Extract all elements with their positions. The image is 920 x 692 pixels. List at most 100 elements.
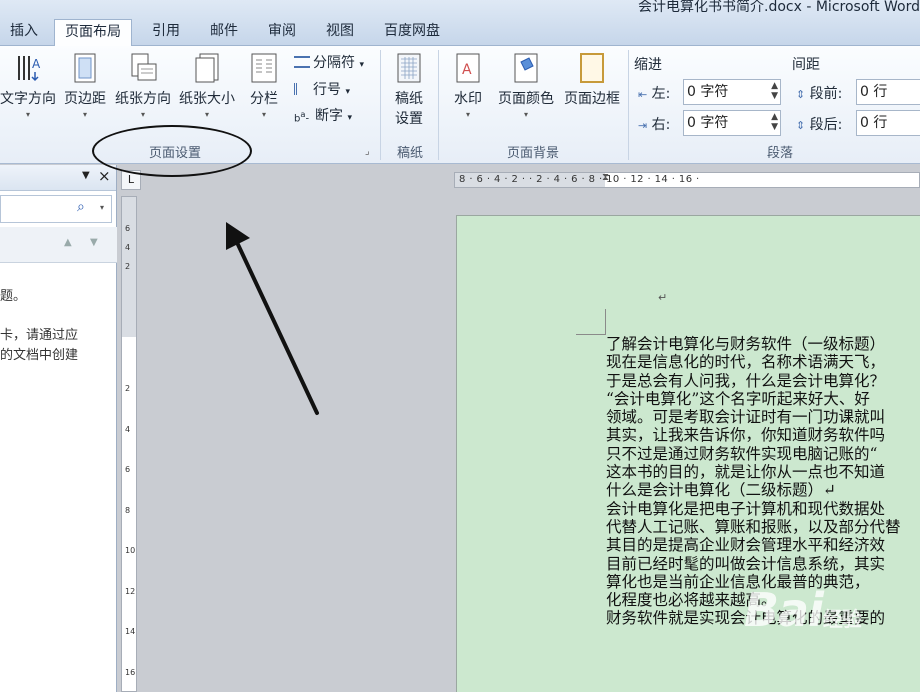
chevron-down-icon[interactable]: ▼	[82, 170, 90, 181]
nav-pane-header: ▼ ×	[0, 165, 116, 191]
group-divider	[628, 50, 629, 160]
dialog-launcher-icon[interactable]: ⌟	[365, 146, 370, 157]
document-line: “会计电算化”这个名字听起来好大、好	[606, 389, 870, 408]
hyphenation-button[interactable]: ba- 断字 ▾	[294, 105, 352, 125]
document-line: 目前已经时髦的叫做会计信息系统，其实	[606, 554, 886, 573]
indent-left-input[interactable]: 0 字符 ▲ ▼	[683, 79, 781, 105]
page-borders-button[interactable]: 页面边框	[560, 52, 624, 108]
text-direction-label: 文字方向	[0, 91, 56, 107]
tab-view[interactable]: 视图	[316, 19, 364, 46]
page-borders-icon	[580, 53, 604, 83]
tab-insert[interactable]: 插入	[0, 19, 48, 46]
vertical-ruler-top-labels: 642	[125, 224, 131, 271]
draft-label-2: 设置	[395, 111, 423, 127]
nav-pane-toolbar: ▲ ▼	[0, 227, 117, 263]
paper-size-icon	[195, 53, 219, 83]
document-line: 领域。可是考取会计证时有一门功课就叫	[606, 408, 886, 427]
watermark-label: 水印	[454, 91, 482, 107]
line-numbers-button[interactable]: 行号 ▾	[294, 79, 350, 99]
paragraph-group-label: 段落	[766, 146, 793, 161]
search-icon[interactable]: ⌕	[77, 199, 85, 215]
document-line: 代替人工记账、算账和报账，以及部分代替	[606, 517, 901, 536]
page-color-button[interactable]: 页面颜色 ▾	[494, 52, 558, 119]
close-icon[interactable]: ×	[98, 167, 111, 185]
horizontal-ruler-ticks: 8 · 6 · 4 · 2 · · 2 · 4 · 6 · 8 · 10 · 1…	[459, 174, 700, 185]
space-before-input[interactable]: 0 行	[856, 79, 920, 105]
orientation-icon	[131, 53, 157, 81]
arrow-down-icon[interactable]: ▼	[90, 237, 98, 248]
columns-label: 分栏	[250, 91, 278, 107]
orientation-label: 纸张方向	[115, 91, 171, 107]
paragraph-mark: ↵	[658, 291, 668, 304]
size-label: 纸张大小	[179, 91, 235, 107]
draft-paper-icon	[397, 53, 421, 83]
document-line: 现在是信息化的时代，名称术语满天飞，	[606, 353, 886, 372]
tab-mailings[interactable]: 邮件	[200, 19, 248, 46]
tab-review[interactable]: 审阅	[258, 19, 306, 46]
indent-marker-icon[interactable]: ⧗	[602, 173, 609, 183]
indent-left-icon: ⇤	[638, 88, 648, 101]
tab-references[interactable]: 引用	[142, 19, 190, 46]
breaks-button[interactable]: 分隔符 ▾	[294, 52, 364, 72]
chevron-down-icon: ▾	[347, 113, 352, 123]
navigation-pane: ▼ × ⌕ ▾ ▲ ▼ 题。 卡，请通过应 的文档中创建	[0, 165, 117, 692]
document-line: 了解会计电算化与财务软件（一级标题）	[606, 335, 886, 353]
document-line: 于是总会有人问我，什么是会计电算化？	[606, 371, 886, 390]
space-after-input[interactable]: 0 行	[856, 110, 920, 136]
document-line: 什么是会计电算化（二级标题）↵	[606, 481, 836, 500]
line-numbers-icon	[294, 83, 310, 95]
spinner-icon[interactable]: ▲ ▼	[771, 112, 778, 132]
document-line: 会计电算化是把电子计算机和现代数据处	[606, 499, 886, 518]
margins-icon	[74, 53, 96, 83]
chevron-down-icon[interactable]: ▾	[100, 203, 104, 212]
space-before-label: ⇕ 段前:	[796, 86, 843, 102]
title-bar: 会计电算化书书简介.docx - Microsoft Word 插入 页面布局 …	[0, 0, 920, 47]
page-color-label: 页面颜色	[498, 91, 554, 107]
nav-pane-text-line: 卡，请通过应	[0, 328, 79, 343]
chevron-down-icon: ▾	[261, 110, 266, 119]
tab-page-layout[interactable]: 页面布局	[54, 19, 132, 47]
page-borders-label: 页面边框	[564, 91, 620, 107]
group-divider	[380, 50, 381, 160]
window-title: 会计电算化书书简介.docx - Microsoft Word	[638, 0, 920, 15]
baidu-watermark: Bai经验	[744, 583, 862, 637]
draft-settings-button[interactable]: 稿纸 设置	[388, 52, 430, 128]
chevron-down-icon: ▾	[204, 110, 209, 119]
orientation-button[interactable]: 纸张方向 ▾	[112, 52, 174, 119]
arrow-up-icon[interactable]: ▲	[64, 237, 72, 248]
svg-text:A: A	[462, 62, 472, 78]
tab-baidu-netdisk[interactable]: 百度网盘	[374, 19, 450, 46]
space-after-icon: ⇕	[796, 119, 806, 132]
indent-left-label: ⇤ 左:	[638, 86, 671, 102]
columns-icon	[251, 53, 277, 83]
nav-pane-text-line: 题。	[0, 289, 27, 304]
page-color-icon	[514, 53, 538, 83]
nav-pane-text-line: 的文档中创建	[0, 348, 79, 363]
hyphenation-icon: ba-	[294, 108, 310, 124]
columns-button[interactable]: 分栏 ▾	[244, 52, 284, 119]
vertical-ruler-labels: 2468 10 12 14 16	[125, 384, 136, 677]
vertical-ruler[interactable]: 642 2468 10 12 14 16	[121, 196, 137, 692]
chevron-down-icon: ▾	[345, 87, 350, 97]
watermark-button[interactable]: A 水印 ▾	[448, 52, 488, 119]
indent-right-label: ⇥ 右:	[638, 117, 671, 133]
document-line: 这本书的目的，就是让你从一点也不知道	[606, 463, 886, 482]
text-direction-button[interactable]: A 文字方向 ▾	[0, 52, 58, 119]
draft-group-label: 稿纸	[396, 146, 423, 161]
indent-right-input[interactable]: 0 字符 ▲ ▼	[683, 110, 781, 136]
size-button[interactable]: 纸张大小 ▾	[176, 52, 238, 119]
nav-search-input[interactable]: ⌕ ▾	[0, 195, 112, 223]
document-line: 只不过是通过财务软件实现电脑记账的“	[606, 444, 878, 463]
svg-text:A: A	[32, 57, 41, 71]
document-line: 其实，让我来告诉你，你知道财务软件吗	[606, 426, 886, 445]
watermark-icon: A	[456, 53, 480, 83]
spinner-icon[interactable]: ▲ ▼	[771, 81, 778, 101]
chevron-down-icon: ▾	[25, 110, 30, 119]
indent-title: 缩进	[634, 57, 662, 73]
chevron-down-icon: ▾	[82, 110, 87, 119]
page-background-group-label: 页面背景	[506, 146, 559, 161]
chevron-down-icon: ▾	[140, 110, 145, 119]
draft-label-1: 稿纸	[395, 91, 423, 107]
horizontal-ruler[interactable]: 8 · 6 · 4 · 2 · · 2 · 4 · 6 · 8 · 10 · 1…	[454, 172, 920, 188]
margins-button[interactable]: 页边距 ▾	[60, 52, 110, 119]
